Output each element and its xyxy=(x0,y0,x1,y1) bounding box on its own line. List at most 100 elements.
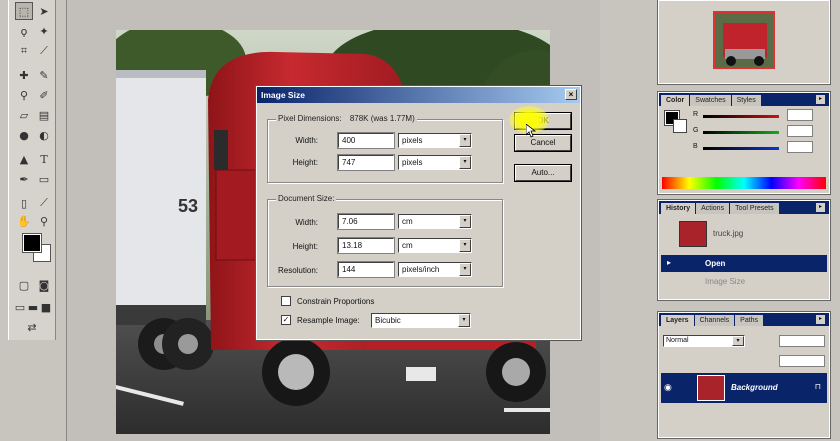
channel-g-input[interactable] xyxy=(787,125,813,137)
doc-height-unit-select[interactable]: cm ▾ xyxy=(398,238,472,253)
doc-width-input[interactable]: 7.06 xyxy=(337,213,395,230)
tab-channels[interactable]: Channels xyxy=(694,315,735,326)
channel-r-input[interactable] xyxy=(787,109,813,121)
history-palette-tabs: History Actions Tool Presets ▸ xyxy=(659,201,829,214)
snapshot-name: truck.jpg xyxy=(713,229,744,238)
notes-tool-icon[interactable]: ▯ xyxy=(15,194,33,212)
jump-to-imageready-icon[interactable]: ⇄ xyxy=(23,318,41,336)
auto-button[interactable]: Auto... xyxy=(514,164,572,182)
foreground-color-swatch[interactable] xyxy=(22,233,42,253)
history-step-label: Image Size xyxy=(705,277,746,286)
pixel-width-input[interactable]: 400 xyxy=(337,132,395,149)
dodge-tool-icon[interactable]: ◐ xyxy=(35,126,53,144)
history-brush-tool-icon[interactable]: ✐ xyxy=(35,86,53,104)
dialog-title: Image Size xyxy=(261,90,305,100)
history-step-open[interactable]: ▸ Open xyxy=(661,255,827,272)
doc-height-input[interactable]: 13.18 xyxy=(337,237,395,254)
tab-tool-presets[interactable]: Tool Presets xyxy=(730,203,779,214)
tab-swatches[interactable]: Swatches xyxy=(690,95,731,106)
doc-width-unit-select[interactable]: cm ▾ xyxy=(398,214,472,229)
marquee-tool-icon[interactable]: ⬚ xyxy=(15,2,33,20)
quick-mask-off-icon[interactable]: ▢ xyxy=(15,276,33,294)
arrow-cursor-icon xyxy=(526,124,536,138)
blur-tool-icon[interactable]: ● xyxy=(15,126,33,144)
layers-palette-tabs: Layers Channels Paths ▸ xyxy=(659,313,829,326)
channel-b-slider[interactable] xyxy=(703,147,779,150)
quick-mask-on-icon[interactable]: ◙ xyxy=(35,276,53,294)
channel-r-slider[interactable] xyxy=(703,115,779,118)
palette-menu-icon[interactable]: ▸ xyxy=(816,203,825,212)
close-icon[interactable]: × xyxy=(565,89,577,100)
chevron-down-icon: ▾ xyxy=(732,336,744,346)
channel-b-label: B xyxy=(693,143,698,150)
layer-row-background[interactable]: ◉ Background ⊓ xyxy=(661,373,827,403)
resample-image-checkbox[interactable]: ✓ xyxy=(281,315,291,325)
zoom-tool-icon[interactable]: ⚲ xyxy=(35,212,53,230)
constrain-proportions-checkbox[interactable] xyxy=(281,296,291,306)
tab-actions[interactable]: Actions xyxy=(696,203,730,214)
clone-stamp-tool-icon[interactable]: ⚲ xyxy=(15,86,33,104)
eraser-tool-icon[interactable]: ▱ xyxy=(15,106,33,124)
history-step-image-size[interactable]: Image Size xyxy=(661,273,827,290)
navigator-palette xyxy=(657,0,831,85)
slice-tool-icon[interactable]: ⟋ xyxy=(35,42,53,60)
eye-icon[interactable]: ◉ xyxy=(664,382,672,393)
resolution-input[interactable]: 144 xyxy=(337,261,395,278)
tab-paths[interactable]: Paths xyxy=(735,315,764,326)
screen-mode-full-icon[interactable]: ■ xyxy=(39,298,53,316)
path-selection-tool-icon[interactable]: ▲ xyxy=(15,150,33,168)
layers-palette: Layers Channels Paths ▸ Normal ▾ ◉ Backg… xyxy=(657,311,831,439)
snapshot-thumbnail xyxy=(679,221,707,247)
color-bg-swatch[interactable] xyxy=(673,119,687,133)
pixel-height-input[interactable]: 747 xyxy=(337,154,395,171)
tab-styles[interactable]: Styles xyxy=(731,95,761,106)
brush-tool-icon[interactable]: ✎ xyxy=(35,66,53,84)
color-palette-tabs: Color Swatches Styles ▸ xyxy=(659,93,829,106)
blend-mode-value: Normal xyxy=(666,337,689,344)
doc-height-unit-value: cm xyxy=(402,241,413,250)
color-palette: Color Swatches Styles ▸ R G B xyxy=(657,91,831,195)
pixel-width-unit-select[interactable]: pixels ▾ xyxy=(398,133,472,148)
tab-history[interactable]: History xyxy=(661,203,696,214)
pixel-height-unit-select[interactable]: pixels ▾ xyxy=(398,155,472,170)
opacity-input[interactable] xyxy=(779,335,825,347)
document-size-group: Document Size: Width: 7.06 cm ▾ Height: … xyxy=(267,194,503,287)
palette-menu-icon[interactable]: ▸ xyxy=(816,95,825,104)
tab-color[interactable]: Color xyxy=(661,95,690,106)
color-ramp[interactable] xyxy=(662,177,826,189)
hand-tool-icon[interactable]: ✋ xyxy=(15,212,33,230)
dialog-titlebar[interactable]: Image Size × xyxy=(257,87,580,103)
history-snapshot-row[interactable]: truck.jpg xyxy=(661,219,827,249)
move-tool-icon[interactable]: ➤ xyxy=(35,2,53,20)
history-state-icon: ▸ xyxy=(667,258,672,267)
resolution-unit-select[interactable]: pixels/inch ▾ xyxy=(398,262,472,277)
constrain-proportions-label: Constrain Proportions xyxy=(297,297,375,306)
type-tool-icon[interactable]: T xyxy=(35,150,53,168)
magic-wand-tool-icon[interactable]: ✦ xyxy=(35,22,53,40)
pixel-dimensions-group: Pixel Dimensions: 878K (was 1.77M) Width… xyxy=(267,114,503,183)
eyedropper-tool-icon[interactable]: ⟋ xyxy=(35,194,53,212)
channel-b-input[interactable] xyxy=(787,141,813,153)
healing-brush-tool-icon[interactable]: ✚ xyxy=(15,66,33,84)
tab-layers[interactable]: Layers xyxy=(661,315,694,326)
shape-tool-icon[interactable]: ▭ xyxy=(35,170,53,188)
pen-tool-icon[interactable]: ✒ xyxy=(15,170,33,188)
svg-text:53: 53 xyxy=(178,196,198,216)
doc-width-unit-value: cm xyxy=(402,217,413,226)
chevron-down-icon: ▾ xyxy=(459,156,471,169)
pixel-width-unit-value: pixels xyxy=(402,136,423,145)
cancel-button[interactable]: Cancel xyxy=(514,134,572,152)
navigator-thumbnail[interactable] xyxy=(713,11,775,69)
lasso-tool-icon[interactable]: ϙ xyxy=(15,22,33,40)
channel-r-label: R xyxy=(693,111,699,118)
chevron-down-icon: ▾ xyxy=(458,314,470,327)
channel-g-slider[interactable] xyxy=(703,131,779,134)
resample-method-select[interactable]: Bicubic ▾ xyxy=(371,313,471,328)
fill-input[interactable] xyxy=(779,355,825,367)
gradient-tool-icon[interactable]: ▤ xyxy=(35,106,53,124)
screen-mode-standard-icon[interactable]: ▭ xyxy=(13,298,27,316)
screen-mode-full-menu-icon[interactable]: ▬ xyxy=(26,298,40,316)
blend-mode-select[interactable]: Normal ▾ xyxy=(663,335,745,347)
palette-menu-icon[interactable]: ▸ xyxy=(816,315,825,324)
crop-tool-icon[interactable]: ⌗ xyxy=(15,42,33,60)
